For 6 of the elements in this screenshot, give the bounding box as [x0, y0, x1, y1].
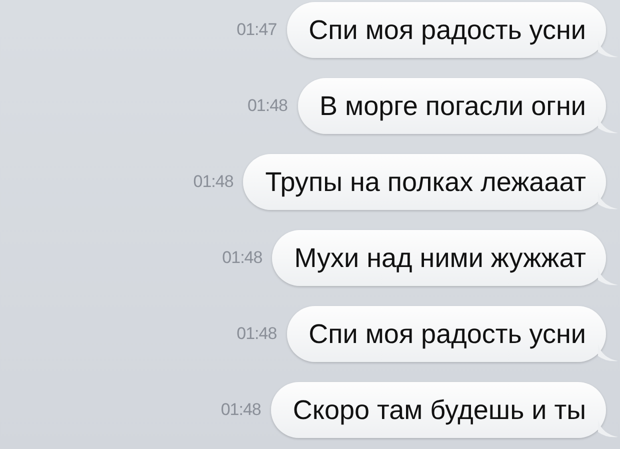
message-time: 01:48 — [222, 248, 262, 268]
message-time: 01:47 — [236, 20, 277, 40]
message-time: 01:48 — [236, 324, 277, 344]
message-time: 01:48 — [193, 172, 234, 192]
message-time: 01:48 — [220, 400, 261, 420]
message-time: 01:48 — [247, 96, 288, 116]
